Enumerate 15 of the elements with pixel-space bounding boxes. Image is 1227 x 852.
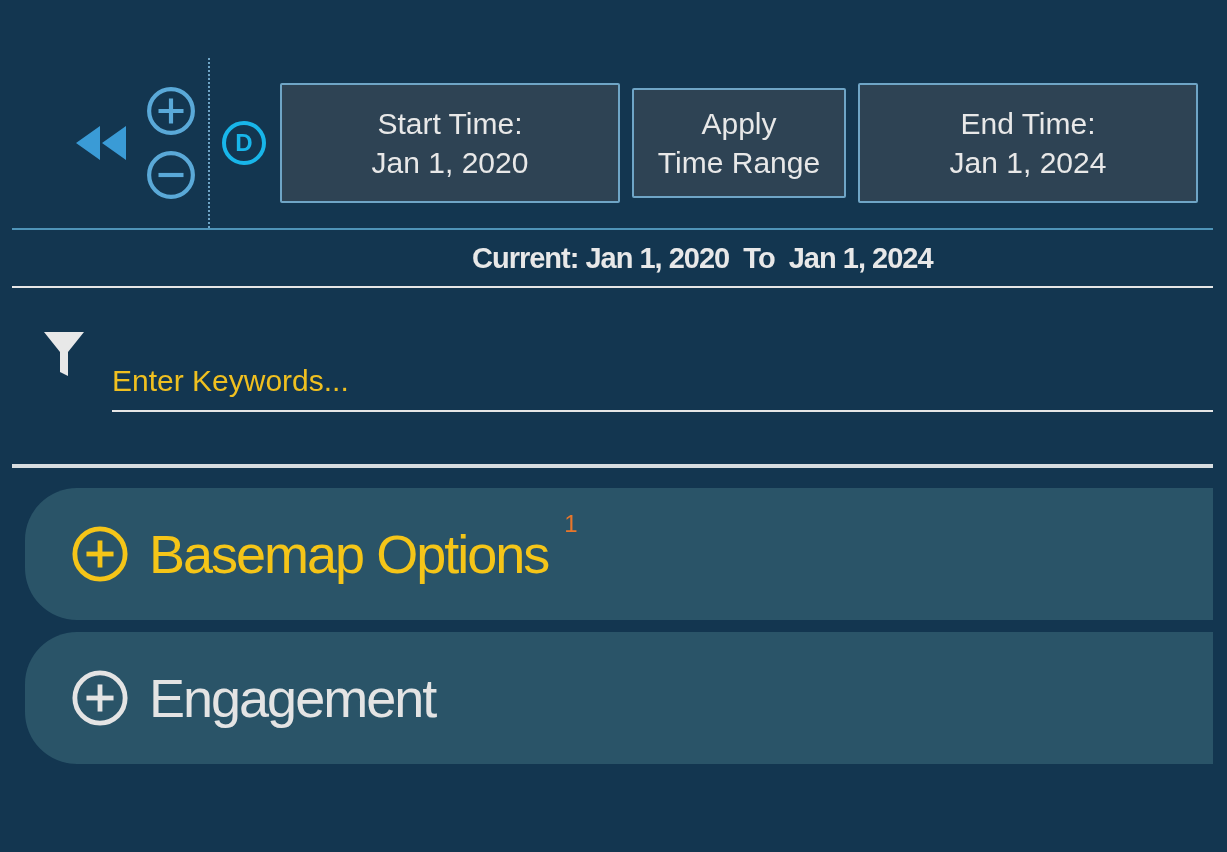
accordion-panel[interactable]: Basemap Options 1 (25, 488, 1213, 620)
keyword-field[interactable]: Enter Keywords... (112, 332, 1213, 412)
current-range-text: Current: Jan 1, 2020 To Jan 1, 2024 (12, 230, 1213, 288)
rewind-icon[interactable] (76, 126, 126, 160)
zoom-in-icon[interactable] (146, 86, 196, 136)
mode-badge[interactable]: D (222, 121, 266, 165)
zoom-out-icon[interactable] (146, 150, 196, 200)
apply-time-range-button[interactable]: Apply Time Range (632, 88, 846, 198)
accordion-panel[interactable]: Engagement (25, 632, 1213, 764)
start-time-button[interactable]: Start Time: Jan 1, 2020 (280, 83, 620, 203)
panel-title: Basemap Options (149, 523, 549, 585)
count-superscript: 1 (564, 512, 578, 536)
end-time-button[interactable]: End Time: Jan 1, 2024 (858, 83, 1198, 203)
panel-title: Engagement (149, 667, 436, 729)
filter-icon[interactable] (44, 332, 84, 376)
